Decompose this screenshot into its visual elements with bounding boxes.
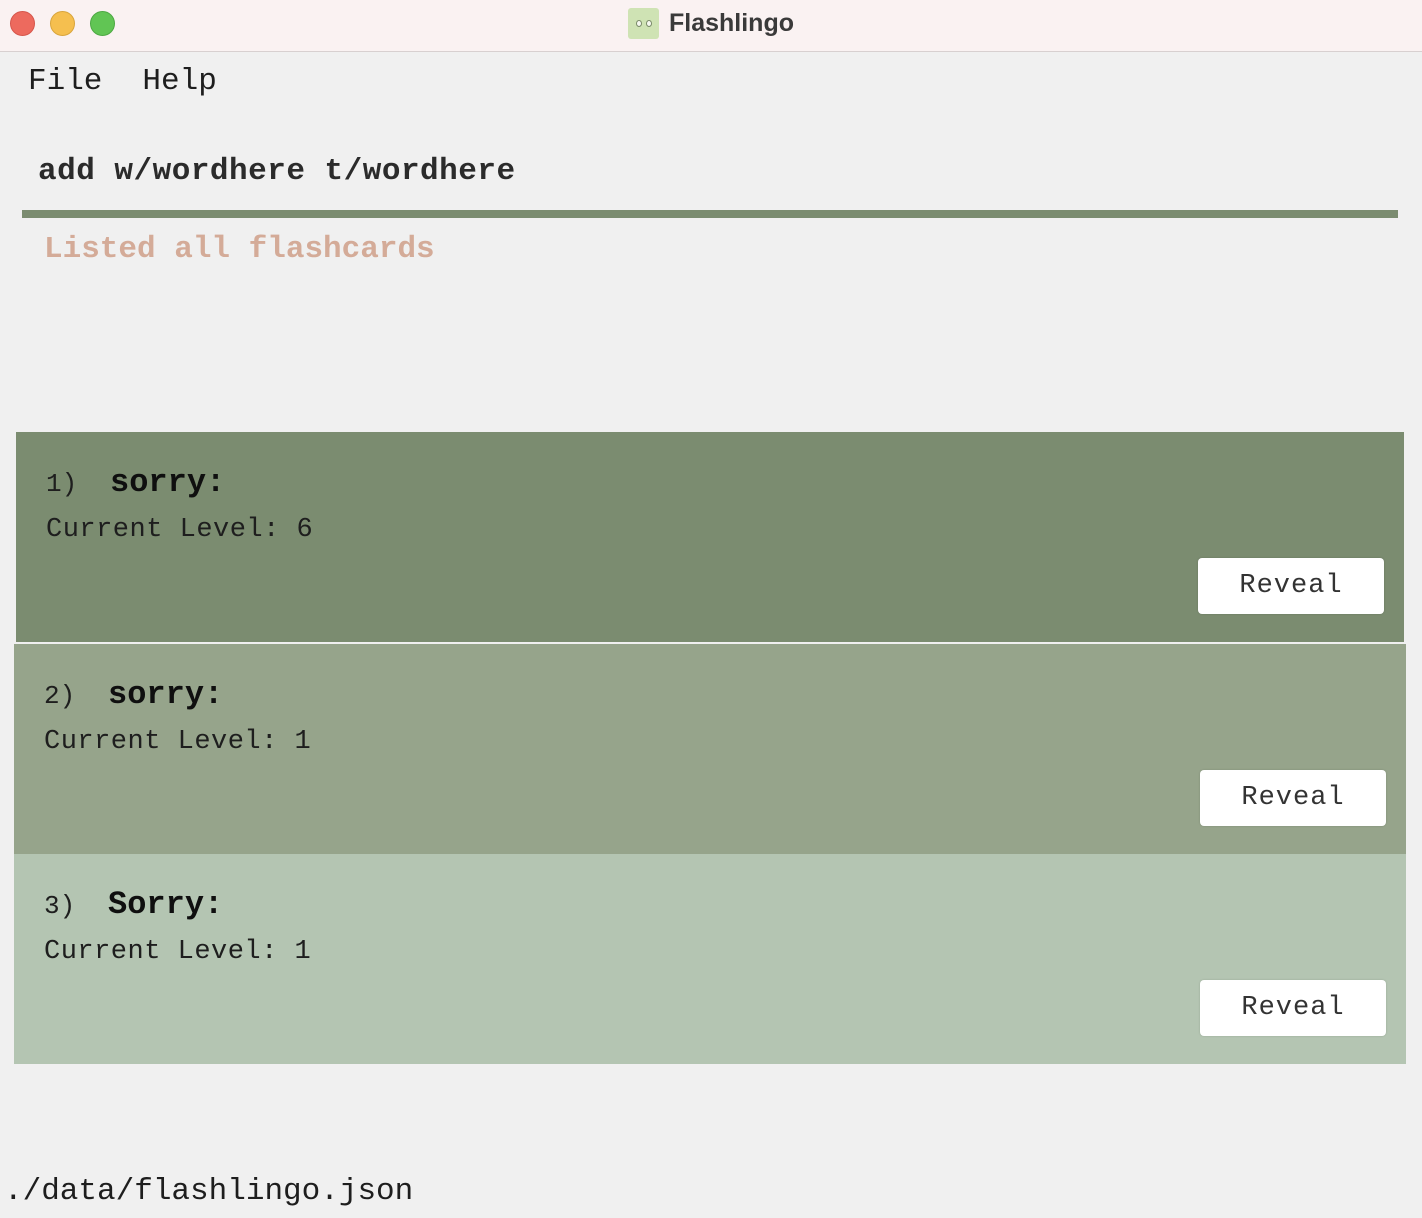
command-box[interactable]: add w/wordhere t/wordhere xyxy=(22,148,1398,218)
result-display: Listed all flashcards xyxy=(44,232,435,267)
flashcard-level: Current Level: 1 xyxy=(44,727,312,757)
window-title: Flashlingo xyxy=(669,8,794,37)
reveal-button[interactable]: Reveal xyxy=(1200,980,1386,1036)
flashcard-3: 3) Sorry: Current Level: 1 Reveal xyxy=(14,854,1406,1064)
menu-file[interactable]: File xyxy=(28,62,102,102)
flashcard-word: Sorry: xyxy=(108,886,224,923)
app-logo-eye-right xyxy=(645,19,652,27)
app-logo-eye-left xyxy=(635,19,642,27)
flashcard-word: sorry: xyxy=(110,464,226,501)
app-logo-icon xyxy=(628,7,659,39)
title-bar: Flashlingo xyxy=(0,0,1422,52)
flashcard-1: 1) sorry: Current Level: 6 Reveal xyxy=(16,432,1404,642)
flashcard-index: 3) xyxy=(44,891,76,921)
command-input[interactable]: add w/wordhere t/wordhere xyxy=(38,154,516,189)
reveal-button[interactable]: Reveal xyxy=(1200,770,1386,826)
flashcard-level: Current Level: 6 xyxy=(46,515,314,545)
status-bar-file-path: ./data/flashlingo.json xyxy=(4,1174,414,1209)
flashcard-2: 2) sorry: Current Level: 1 Reveal xyxy=(14,644,1406,854)
flashcard-index: 1) xyxy=(46,469,78,499)
reveal-button[interactable]: Reveal xyxy=(1198,558,1384,614)
flashcard-index: 2) xyxy=(44,681,76,711)
menu-help[interactable]: Help xyxy=(142,62,216,102)
flashcard-level: Current Level: 1 xyxy=(44,937,312,967)
flashcard-word: sorry: xyxy=(108,676,224,713)
window-title-group: Flashlingo xyxy=(0,0,1422,46)
menu-bar: File Help xyxy=(28,62,217,102)
